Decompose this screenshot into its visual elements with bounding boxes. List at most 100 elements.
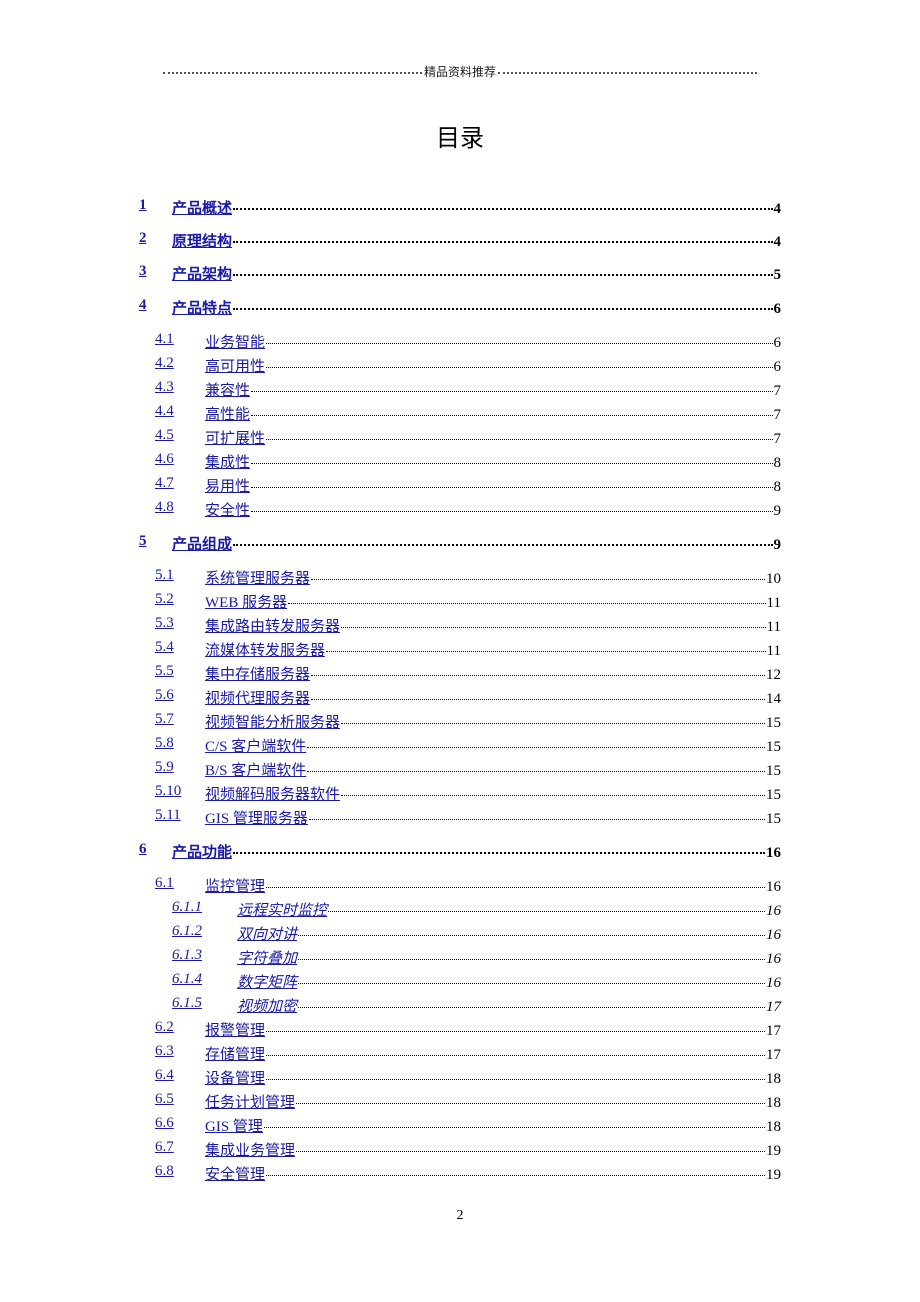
- toc-entry-title[interactable]: 产品功能: [172, 841, 232, 862]
- toc-entry-number[interactable]: 6.8: [155, 1163, 174, 1180]
- toc-entry[interactable]: 5.3 集成路由转发服务器 11: [0, 615, 920, 636]
- toc-entry-page[interactable]: 6: [774, 301, 782, 318]
- toc-entry-title[interactable]: WEB 服务器: [205, 591, 287, 612]
- toc-entry[interactable]: 6.4 设备管理 18: [0, 1067, 920, 1088]
- toc-entry-number[interactable]: 5.5: [155, 663, 174, 680]
- toc-entry-page[interactable]: 17: [766, 1023, 781, 1040]
- toc-entry-title[interactable]: 字符叠加: [237, 947, 297, 968]
- toc-entry-title[interactable]: 产品概述: [172, 197, 232, 218]
- toc-entry-title[interactable]: 易用性: [205, 475, 250, 496]
- toc-entry-number[interactable]: 5.1: [155, 567, 174, 584]
- toc-entry-page[interactable]: 16: [766, 975, 781, 992]
- toc-entry-page[interactable]: 7: [774, 383, 782, 400]
- toc-entry-number[interactable]: 3: [139, 263, 147, 280]
- toc-entry-number[interactable]: 6.2: [155, 1019, 174, 1036]
- toc-entry-number[interactable]: 5.6: [155, 687, 174, 704]
- toc-entry-title[interactable]: 远程实时监控: [237, 899, 327, 920]
- toc-entry-page[interactable]: 9: [774, 503, 782, 520]
- toc-entry-title[interactable]: 视频加密: [237, 995, 297, 1016]
- toc-entry[interactable]: 6 产品功能 16: [0, 841, 920, 862]
- toc-entry-page[interactable]: 15: [766, 739, 781, 756]
- toc-entry[interactable]: 6.1.4 数字矩阵 16: [0, 971, 920, 992]
- toc-entry-page[interactable]: 11: [767, 643, 781, 660]
- toc-entry-title[interactable]: 设备管理: [205, 1067, 265, 1088]
- toc-entry-title[interactable]: GIS 管理服务器: [205, 807, 308, 828]
- toc-entry[interactable]: 4.2 高可用性 6: [0, 355, 920, 376]
- toc-entry-number[interactable]: 4.1: [155, 331, 174, 348]
- toc-entry-page[interactable]: 15: [766, 715, 781, 732]
- toc-entry[interactable]: 4.5 可扩展性 7: [0, 427, 920, 448]
- toc-entry-page[interactable]: 6: [774, 359, 782, 376]
- toc-entry-title[interactable]: 系统管理服务器: [205, 567, 310, 588]
- toc-entry[interactable]: 6.1 监控管理 16: [0, 875, 920, 896]
- toc-entry[interactable]: 5.11 GIS 管理服务器 15: [0, 807, 920, 828]
- toc-entry-title[interactable]: 兼容性: [205, 379, 250, 400]
- toc-entry-page[interactable]: 18: [766, 1095, 781, 1112]
- toc-entry-title[interactable]: GIS 管理: [205, 1115, 263, 1136]
- toc-entry-title[interactable]: 存储管理: [205, 1043, 265, 1064]
- toc-entry[interactable]: 1 产品概述 4: [0, 197, 920, 218]
- toc-entry-title[interactable]: 监控管理: [205, 875, 265, 896]
- toc-entry-number[interactable]: 6: [139, 841, 147, 858]
- toc-entry[interactable]: 2 原理结构 4: [0, 230, 920, 251]
- toc-entry-number[interactable]: 5.8: [155, 735, 174, 752]
- toc-entry-title[interactable]: 集中存储服务器: [205, 663, 310, 684]
- toc-entry[interactable]: 3 产品架构 5: [0, 263, 920, 284]
- toc-entry-number[interactable]: 4.8: [155, 499, 174, 516]
- toc-entry[interactable]: 5.8 C/S 客户端软件 15: [0, 735, 920, 756]
- toc-entry-title[interactable]: 集成业务管理: [205, 1139, 295, 1160]
- toc-entry-page[interactable]: 18: [766, 1119, 781, 1136]
- toc-entry-page[interactable]: 5: [774, 267, 782, 284]
- toc-entry[interactable]: 6.5 任务计划管理 18: [0, 1091, 920, 1112]
- toc-entry[interactable]: 5.6 视频代理服务器 14: [0, 687, 920, 708]
- toc-entry-number[interactable]: 6.7: [155, 1139, 174, 1156]
- toc-entry-number[interactable]: 4.6: [155, 451, 174, 468]
- toc-entry-title[interactable]: 双向对讲: [237, 923, 297, 944]
- toc-entry-number[interactable]: 6.1.2: [172, 923, 202, 940]
- toc-entry-title[interactable]: 集成路由转发服务器: [205, 615, 340, 636]
- toc-entry-number[interactable]: 6.1.1: [172, 899, 202, 916]
- toc-entry-title[interactable]: 可扩展性: [205, 427, 265, 448]
- toc-entry-title[interactable]: C/S 客户端软件: [205, 735, 306, 756]
- toc-entry-title[interactable]: 视频智能分析服务器: [205, 711, 340, 732]
- toc-entry[interactable]: 5.4 流媒体转发服务器 11: [0, 639, 920, 660]
- toc-entry-title[interactable]: 任务计划管理: [205, 1091, 295, 1112]
- toc-entry-page[interactable]: 16: [766, 879, 781, 896]
- toc-entry-page[interactable]: 4: [774, 201, 782, 218]
- toc-entry[interactable]: 6.1.1 远程实时监控 16: [0, 899, 920, 920]
- toc-entry-title[interactable]: 报警管理: [205, 1019, 265, 1040]
- toc-entry-number[interactable]: 1: [139, 197, 147, 214]
- toc-entry-number[interactable]: 5.4: [155, 639, 174, 656]
- toc-entry[interactable]: 5.7 视频智能分析服务器 15: [0, 711, 920, 732]
- toc-entry[interactable]: 6.7 集成业务管理 19: [0, 1139, 920, 1160]
- toc-entry-page[interactable]: 15: [766, 811, 781, 828]
- toc-entry-page[interactable]: 15: [766, 787, 781, 804]
- toc-entry-title[interactable]: 视频代理服务器: [205, 687, 310, 708]
- toc-entry-title[interactable]: 集成性: [205, 451, 250, 472]
- toc-entry-title[interactable]: 产品特点: [172, 297, 232, 318]
- toc-entry-page[interactable]: 16: [766, 927, 781, 944]
- toc-entry-title[interactable]: 视频解码服务器软件: [205, 783, 340, 804]
- toc-entry-page[interactable]: 16: [766, 845, 781, 862]
- toc-entry-number[interactable]: 2: [139, 230, 147, 247]
- toc-entry-page[interactable]: 8: [774, 455, 782, 472]
- toc-entry[interactable]: 6.1.2 双向对讲 16: [0, 923, 920, 944]
- toc-entry[interactable]: 5.10 视频解码服务器软件 15: [0, 783, 920, 804]
- toc-entry[interactable]: 5 产品组成 9: [0, 533, 920, 554]
- toc-entry-number[interactable]: 6.3: [155, 1043, 174, 1060]
- toc-entry-title[interactable]: 产品架构: [172, 263, 232, 284]
- toc-entry-title[interactable]: 数字矩阵: [237, 971, 297, 992]
- toc-entry-number[interactable]: 5.10: [155, 783, 181, 800]
- toc-entry-page[interactable]: 9: [774, 537, 782, 554]
- toc-entry[interactable]: 4.4 高性能 7: [0, 403, 920, 424]
- toc-entry-title[interactable]: 流媒体转发服务器: [205, 639, 325, 660]
- toc-entry-page[interactable]: 16: [766, 951, 781, 968]
- toc-entry-title[interactable]: 高性能: [205, 403, 250, 424]
- toc-entry-page[interactable]: 11: [767, 595, 781, 612]
- toc-entry-page[interactable]: 7: [774, 431, 782, 448]
- toc-entry-number[interactable]: 6.1.3: [172, 947, 202, 964]
- toc-entry-page[interactable]: 18: [766, 1071, 781, 1088]
- toc-entry-number[interactable]: 5.3: [155, 615, 174, 632]
- toc-entry-title[interactable]: 安全管理: [205, 1163, 265, 1184]
- toc-entry[interactable]: 5.1 系统管理服务器 10: [0, 567, 920, 588]
